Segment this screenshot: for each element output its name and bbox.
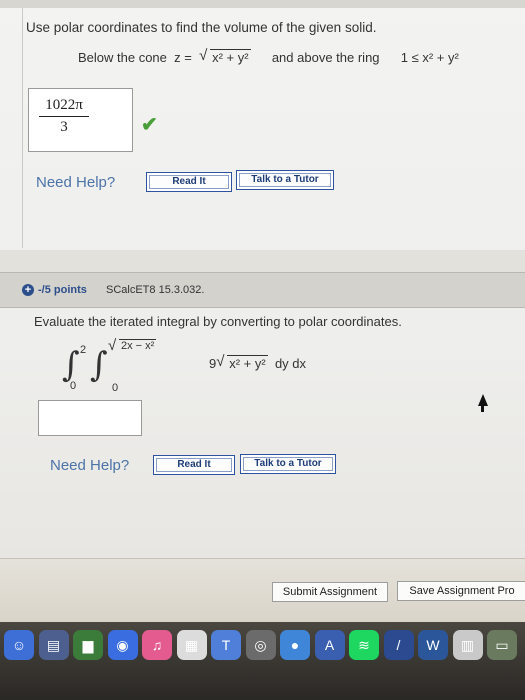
chart-app-icon[interactable]: ▆ bbox=[73, 630, 103, 660]
spotify-icon[interactable]: ≋ bbox=[349, 630, 379, 660]
mac-dock: ☺ ▤ ▆ ◉ ♫ ▦ T ◎ ● A ≋ / W ▥ ▭ bbox=[0, 622, 525, 700]
differentials: dy dx bbox=[274, 356, 307, 371]
inner-integral-sign-icon: ∫ bbox=[90, 345, 108, 385]
question2-read-it-button[interactable]: Read It bbox=[153, 455, 235, 475]
outer-lower-limit: 0 bbox=[70, 380, 77, 392]
question1-need-help: Need Help? bbox=[36, 174, 116, 191]
top-strip bbox=[0, 0, 525, 8]
question2-header: + -/5 points SCalcET8 15.3.032. bbox=[0, 272, 525, 308]
question1-instruction: Use polar coordinates to find the volume… bbox=[26, 20, 377, 35]
assignment-page: Use polar coordinates to find the volume… bbox=[0, 0, 525, 622]
integrand-coefficient: 9 bbox=[209, 356, 217, 371]
app-store-icon[interactable]: ◉ bbox=[107, 630, 138, 660]
radical-sign-icon: √ bbox=[199, 47, 208, 64]
inner-lower-limit: 0 bbox=[112, 382, 119, 394]
inner-upper-limit-sqrt: √ 2x − x² bbox=[108, 337, 157, 354]
below-text: Below the cone bbox=[78, 50, 167, 65]
question1-solid-description: Below the cone z = √ x² + y² and above th… bbox=[78, 47, 459, 65]
question1-read-it-button[interactable]: Read It bbox=[146, 172, 232, 192]
docs-icon[interactable]: ▥ bbox=[452, 630, 483, 660]
facetime-icon[interactable]: ● bbox=[280, 630, 310, 660]
inner-upper-limit: 2x − x² bbox=[119, 339, 157, 352]
triangle-app-icon[interactable]: A bbox=[314, 630, 345, 660]
word-icon[interactable]: W bbox=[418, 630, 448, 660]
question1-answer-box[interactable]: 1022π 3 bbox=[28, 88, 133, 152]
question2-instruction: Evaluate the iterated integral by conver… bbox=[34, 314, 402, 329]
answer-fraction: 1022π 3 bbox=[39, 97, 89, 136]
integrand: 9 √ x² + y² dy dx bbox=[209, 353, 307, 371]
mouse-pointer-stem bbox=[481, 405, 484, 412]
question2-points: -/5 points bbox=[38, 284, 87, 296]
correct-check-icon: ✔ bbox=[141, 114, 158, 136]
question-separator bbox=[0, 250, 525, 272]
above-text: and above the ring bbox=[271, 50, 380, 65]
radical-sign-icon: √ bbox=[108, 337, 117, 354]
radical-sign-icon: √ bbox=[216, 353, 225, 370]
files-icon[interactable]: ▤ bbox=[38, 630, 69, 660]
save-assignment-button[interactable]: Save Assignment Pro bbox=[397, 581, 525, 601]
question2-need-help: Need Help? bbox=[50, 457, 130, 474]
z-equals: z = bbox=[174, 50, 192, 65]
camera-icon[interactable]: ◎ bbox=[245, 630, 276, 660]
expand-plus-icon[interactable]: + bbox=[22, 284, 34, 296]
cone-radicand: x² + y² bbox=[210, 49, 251, 65]
keynote-icon[interactable]: T bbox=[211, 630, 241, 660]
itunes-icon[interactable]: ♫ bbox=[142, 630, 172, 660]
question2-answer-input[interactable] bbox=[38, 400, 142, 436]
finder-icon[interactable]: ☺ bbox=[4, 630, 34, 660]
answer-numerator: 1022π bbox=[39, 97, 89, 117]
outer-integral-sign-icon: ∫ bbox=[62, 345, 80, 385]
integrand-radicand: x² + y² bbox=[227, 355, 268, 371]
ring-expression: 1 ≤ x² + y² bbox=[400, 50, 459, 65]
question2-course-code: SCalcET8 15.3.032. bbox=[106, 284, 205, 296]
footer-band: Submit Assignment Save Assignment Pro bbox=[0, 558, 525, 622]
submit-assignment-button[interactable]: Submit Assignment bbox=[272, 582, 388, 602]
folder-icon[interactable]: ▭ bbox=[487, 630, 517, 660]
outer-upper-limit: 2 bbox=[80, 344, 87, 356]
notes-icon[interactable]: ▦ bbox=[176, 630, 207, 660]
cone-sqrt: √ x² + y² bbox=[199, 47, 251, 65]
iterated-integral: ∫ 2 0 ∫ √ 2x − x² 0 9 √ x² + y² dy dx bbox=[54, 337, 354, 398]
terminal-icon[interactable]: / bbox=[383, 630, 414, 660]
question1-talk-tutor-button[interactable]: Talk to a Tutor bbox=[236, 170, 334, 190]
question2-talk-tutor-button[interactable]: Talk to a Tutor bbox=[240, 454, 336, 474]
answer-denominator: 3 bbox=[60, 119, 68, 135]
question-rule bbox=[22, 8, 23, 248]
